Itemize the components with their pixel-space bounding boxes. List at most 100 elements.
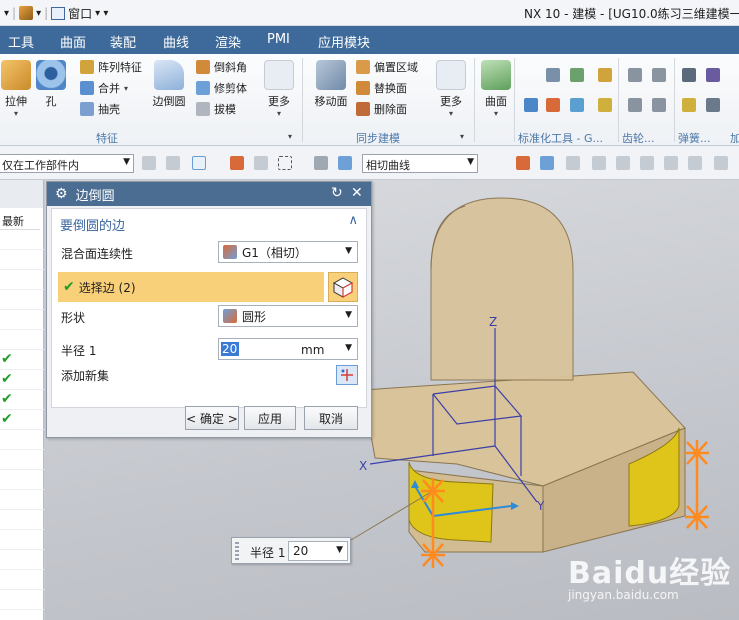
navigator-row[interactable] [0,490,44,510]
menu-assembly[interactable]: 装配 [110,32,136,51]
menu-render[interactable]: 渲染 [215,32,241,51]
shell-button[interactable]: 抽壳 [80,100,120,118]
snap-quadrant-icon[interactable] [714,156,728,170]
surface-button[interactable]: 曲面 ▾ [480,60,512,118]
replace-face-button[interactable]: 替换面 [356,79,407,97]
menu-curve[interactable]: 曲线 [163,32,189,51]
gear-tool-icon[interactable] [652,68,666,82]
snap-spline-icon[interactable] [664,156,678,170]
standard-tool-icon[interactable] [598,98,612,112]
handle-point[interactable] [421,478,445,504]
callout-radius-field[interactable]: 20 ▼ [288,541,348,561]
snap-control-icon[interactable] [566,156,580,170]
select-body-icon[interactable] [338,156,352,170]
reset-icon[interactable]: ↻ [331,185,343,201]
select-edge-row[interactable]: ✔ 选择边 (2) [58,272,324,302]
chevron-down-icon[interactable]: ▼ [345,343,352,353]
delete-face-button[interactable]: 删除面 [356,100,407,118]
extrude-button[interactable]: 拉伸 ▾ [0,60,32,118]
cancel-button[interactable]: 取消 [304,406,358,430]
snap-tangent-icon[interactable] [616,156,630,170]
snap-curve-icon[interactable] [640,156,654,170]
navigator-row[interactable] [0,250,44,270]
select-edge-cube-button[interactable] [328,272,358,302]
snap-end-icon[interactable] [516,156,530,170]
upright-block-face[interactable] [430,197,574,381]
radius-callout[interactable]: 半径 1 20 ▼ [231,537,351,564]
filter-icon[interactable] [166,156,180,170]
standard-tool-icon[interactable] [546,98,560,112]
navigator-row[interactable] [0,330,44,350]
snap-line-icon[interactable] [592,156,606,170]
surface-dropdown-arrow[interactable]: ▾ [480,109,512,118]
standard-tool-icon[interactable] [598,68,612,82]
gear-tool-icon[interactable] [652,98,666,112]
feature-more-button[interactable]: 更多 ▾ [262,60,296,118]
selection-scope-combo[interactable]: 仅在工作部件内 ▼ [0,154,134,173]
gear-tool-icon[interactable] [628,98,642,112]
radius-unit[interactable]: mm [301,343,324,357]
select-face-icon[interactable] [314,156,328,170]
navigator-row[interactable]: ✔ [0,390,44,410]
repeat-command-icon[interactable] [19,6,34,20]
blend-continuity-select[interactable]: G1（相切） ▼ [218,241,358,263]
chamfer-button[interactable]: 倒斜角 [196,58,247,76]
hole-button[interactable]: 孔 [36,60,66,109]
standard-tool-icon[interactable] [570,68,584,82]
navigator-row[interactable] [0,270,44,290]
feature-group-expand-arrow[interactable]: ▾ [288,132,292,141]
navigator-row[interactable] [0,510,44,530]
menu-tools[interactable]: 工具 [8,32,34,51]
navigator-row[interactable] [0,310,44,330]
handle-point[interactable] [685,504,709,530]
gear-tool-icon[interactable] [628,68,642,82]
move-face-button[interactable]: 移动面 [312,60,350,109]
sync-more-arrow[interactable]: ▾ [434,109,468,118]
sync-group-expand-arrow[interactable]: ▾ [460,132,464,141]
standard-tool-icon[interactable] [546,68,560,82]
select-point-icon[interactable] [254,156,268,170]
close-icon[interactable]: ✕ [351,185,363,201]
spring-tool-icon[interactable] [682,68,696,82]
spring-tool-icon[interactable] [706,98,720,112]
window-menu[interactable]: 窗口 [68,5,92,22]
sync-more-button[interactable]: 更多 ▾ [434,60,468,118]
edge-blend-button[interactable]: 边倒圆 [150,60,188,109]
snap-mid-icon[interactable] [540,156,554,170]
navigator-row[interactable] [0,590,44,610]
section-title[interactable]: 要倒圆的边 [60,215,125,234]
dialog-title-bar[interactable]: ⚙ 边倒圆 ↻ ✕ [47,182,371,206]
standard-tool-icon[interactable] [570,98,584,112]
navigator-row[interactable]: ✔ [0,370,44,390]
menu-application[interactable]: 应用模块 [318,32,370,51]
standard-tool-icon[interactable] [524,98,538,112]
navigator-row[interactable]: ✔ [0,410,44,430]
select-feature-icon[interactable] [192,156,206,170]
radius-input[interactable] [221,342,239,356]
navigator-row[interactable] [0,450,44,470]
chevron-down-icon[interactable]: ▼ [336,545,343,555]
drag-grip[interactable] [235,542,239,560]
window-menu-arrow[interactable]: ▾ ▾ [95,8,108,19]
snap-center-icon[interactable] [688,156,702,170]
navigator-row[interactable] [0,470,44,490]
unite-button[interactable]: 合并 ▾ [80,79,128,97]
offset-region-button[interactable]: 偏置区域 [356,58,418,76]
shape-select[interactable]: 圆形 ▼ [218,305,358,327]
ok-button[interactable]: < 确定 > [185,406,239,430]
snap-icon[interactable] [142,156,156,170]
quick-access-arrow[interactable]: ▾ [4,8,9,19]
handle-point[interactable] [685,440,709,466]
quick-access-arrow[interactable]: ▾ [36,8,41,19]
unite-dropdown-arrow[interactable]: ▾ [124,84,128,93]
menu-surface[interactable]: 曲面 [60,32,86,51]
box-select-icon[interactable] [278,156,292,170]
radius-field[interactable]: mm ▼ [218,338,358,360]
navigator-row[interactable] [0,550,44,570]
trim-body-button[interactable]: 修剪体 [196,79,247,97]
draft-button[interactable]: 拔模 [196,100,236,118]
menu-pmi[interactable]: PMI [267,32,290,47]
select-curve-icon[interactable] [230,156,244,170]
curve-rule-combo[interactable]: 相切曲线 ▼ [362,154,478,173]
chevron-up-icon[interactable]: ∧ [348,213,358,228]
